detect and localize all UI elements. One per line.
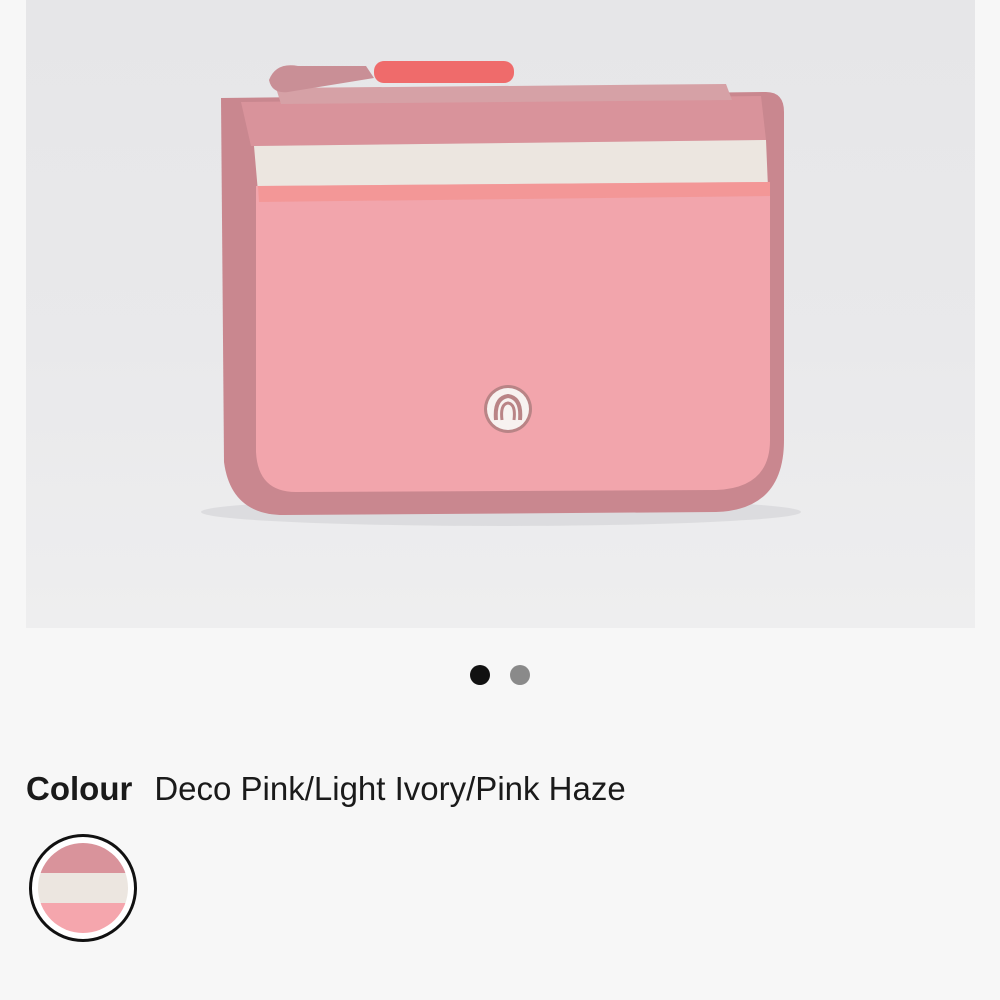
colour-value: Deco Pink/Light Ivory/Pink Haze [154,770,626,807]
carousel-dot-2[interactable] [510,665,530,685]
swatch-band-bottom [38,903,128,933]
wallet-body [256,182,770,492]
zipper-pull-tab [374,61,514,83]
colour-label: Colour [26,770,133,807]
swatch-band-middle [38,873,128,903]
swatch-band-top [38,843,128,873]
image-carousel-dots [0,665,1000,685]
card-wallet-illustration [201,61,801,526]
colour-selection: Colour Deco Pink/Light Ivory/Pink Haze [26,770,626,808]
carousel-dot-1[interactable] [470,665,490,685]
product-image[interactable] [26,0,975,628]
brand-logo-icon [484,385,532,433]
swatch-bands [38,843,128,933]
colour-swatch-selected[interactable] [29,834,137,942]
